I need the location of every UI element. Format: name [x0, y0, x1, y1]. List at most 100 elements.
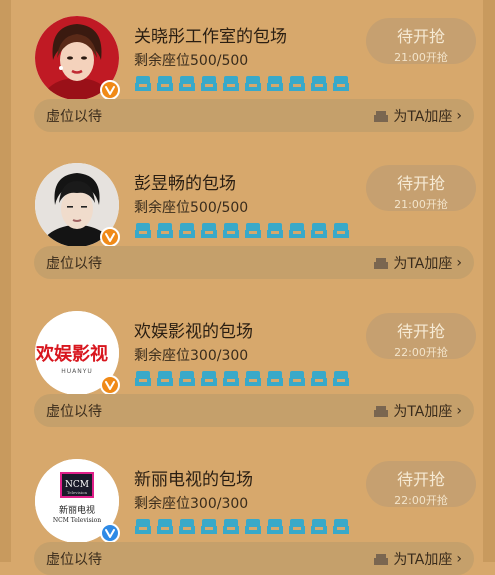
- screen-bezel-left: [0, 0, 11, 562]
- seat-icon: [157, 519, 173, 534]
- waiting-text: 虚位以待: [46, 109, 102, 125]
- waiting-text: 虚位以待: [46, 256, 102, 272]
- room-title: 新丽电视的包场: [134, 470, 253, 490]
- seat-icon: [157, 223, 173, 238]
- seat-icon: [179, 223, 195, 238]
- seat-icon: [311, 371, 327, 386]
- sofa-icon: [374, 405, 389, 417]
- seat-icon: [223, 223, 239, 238]
- waiting-bar[interactable]: 虚位以待 为TA加座 ›: [34, 99, 474, 132]
- seat-count: 剩余座位300/300: [134, 348, 249, 364]
- waiting-text: 虚位以待: [46, 404, 102, 420]
- seat-icon: [289, 223, 305, 238]
- seat-icon: [311, 519, 327, 534]
- add-seat-link[interactable]: 为TA加座 ›: [373, 253, 462, 273]
- grab-button-label: 待开抢: [396, 322, 445, 341]
- seat-icon: [245, 223, 261, 238]
- seat-icon: [333, 76, 349, 91]
- waiting-text: 虚位以待: [46, 552, 102, 568]
- seat-icons-row: [134, 222, 350, 240]
- room-title: 欢娱影视的包场: [134, 322, 253, 342]
- logo-subtext: Television: [67, 490, 88, 495]
- waiting-bar[interactable]: 虚位以待 为TA加座 ›: [34, 542, 474, 575]
- add-seat-link[interactable]: 为TA加座 ›: [373, 401, 462, 421]
- add-seat-label: 为TA加座: [393, 552, 453, 568]
- seat-icon: [135, 519, 151, 534]
- verified-v-icon: [100, 227, 120, 247]
- seat-icon: [333, 519, 349, 534]
- grab-button-label: 待开抢: [396, 470, 445, 489]
- seat-icon: [223, 76, 239, 91]
- add-seat-label: 为TA加座: [393, 256, 453, 272]
- waiting-bar[interactable]: 虚位以待 为TA加座 ›: [34, 246, 474, 279]
- seat-icon: [179, 519, 195, 534]
- grab-time: 22:00开抢: [394, 494, 448, 507]
- seat-icon: [267, 76, 283, 91]
- screen-bezel-right: [483, 0, 495, 562]
- verified-v-icon: [100, 80, 120, 100]
- seat-icon: [267, 371, 283, 386]
- add-seat-label: 为TA加座: [393, 109, 453, 125]
- seat-icon: [157, 371, 173, 386]
- seat-icon: [135, 76, 151, 91]
- waiting-bar[interactable]: 虚位以待 为TA加座 ›: [34, 394, 474, 427]
- chevron-right-icon: ›: [456, 403, 462, 419]
- seat-icon: [179, 76, 195, 91]
- seat-icon: [289, 76, 305, 91]
- verified-v-icon: [100, 523, 120, 543]
- chevron-right-icon: ›: [456, 551, 462, 567]
- logo-cn-text: 新丽电视: [59, 504, 95, 516]
- add-seat-label: 为TA加座: [393, 404, 453, 420]
- seat-icon: [245, 371, 261, 386]
- grab-button[interactable]: 待开抢 22:00开抢: [366, 461, 476, 507]
- seat-count: 剩余座位500/500: [134, 200, 249, 216]
- seat-icon: [135, 371, 151, 386]
- grab-button[interactable]: 待开抢 22:00开抢: [366, 313, 476, 359]
- seat-icon: [245, 519, 261, 534]
- room-title: 关晓彤工作室的包场: [134, 27, 287, 47]
- seat-icon: [223, 519, 239, 534]
- seat-icon: [311, 223, 327, 238]
- grab-button[interactable]: 待开抢 21:00开抢: [366, 18, 476, 64]
- sofa-icon: [374, 257, 389, 269]
- add-seat-link[interactable]: 为TA加座 ›: [373, 549, 462, 569]
- seat-icon: [267, 223, 283, 238]
- seat-icon: [333, 223, 349, 238]
- chevron-right-icon: ›: [456, 108, 462, 124]
- seat-icons-row: [134, 75, 350, 93]
- grab-button[interactable]: 待开抢 21:00开抢: [366, 165, 476, 211]
- logo-text: NCM: [65, 480, 89, 490]
- grab-button-label: 待开抢: [396, 174, 445, 193]
- logo-subtext: HUANYU: [61, 368, 93, 375]
- seat-icon: [333, 371, 349, 386]
- seat-icon: [289, 371, 305, 386]
- grab-button-label: 待开抢: [396, 27, 445, 46]
- seat-icon: [201, 223, 217, 238]
- seat-icon: [135, 223, 151, 238]
- seat-icons-row: [134, 518, 350, 536]
- grab-time: 22:00开抢: [394, 346, 448, 359]
- add-seat-link[interactable]: 为TA加座 ›: [373, 106, 462, 126]
- seat-icon: [201, 76, 217, 91]
- seat-icon: [311, 76, 327, 91]
- seat-count: 剩余座位300/300: [134, 496, 249, 512]
- seat-icon: [179, 371, 195, 386]
- seat-icon: [267, 519, 283, 534]
- seat-icon: [245, 76, 261, 91]
- seat-icon: [223, 371, 239, 386]
- grab-time: 21:00开抢: [394, 198, 448, 211]
- seat-count: 剩余座位500/500: [134, 53, 249, 69]
- logo-text: 欢娱影视: [35, 343, 108, 365]
- room-title: 彭昱畅的包场: [134, 174, 236, 194]
- chevron-right-icon: ›: [456, 255, 462, 271]
- seat-icon: [201, 519, 217, 534]
- sofa-icon: [374, 553, 389, 565]
- seat-icons-row: [134, 370, 350, 388]
- grab-time: 21:00开抢: [394, 51, 448, 64]
- seat-icon: [289, 519, 305, 534]
- seat-icon: [201, 371, 217, 386]
- seat-icon: [157, 76, 173, 91]
- sofa-icon: [374, 110, 389, 122]
- logo-en-text: NCM Television: [53, 517, 101, 524]
- verified-v-icon: [100, 375, 120, 395]
